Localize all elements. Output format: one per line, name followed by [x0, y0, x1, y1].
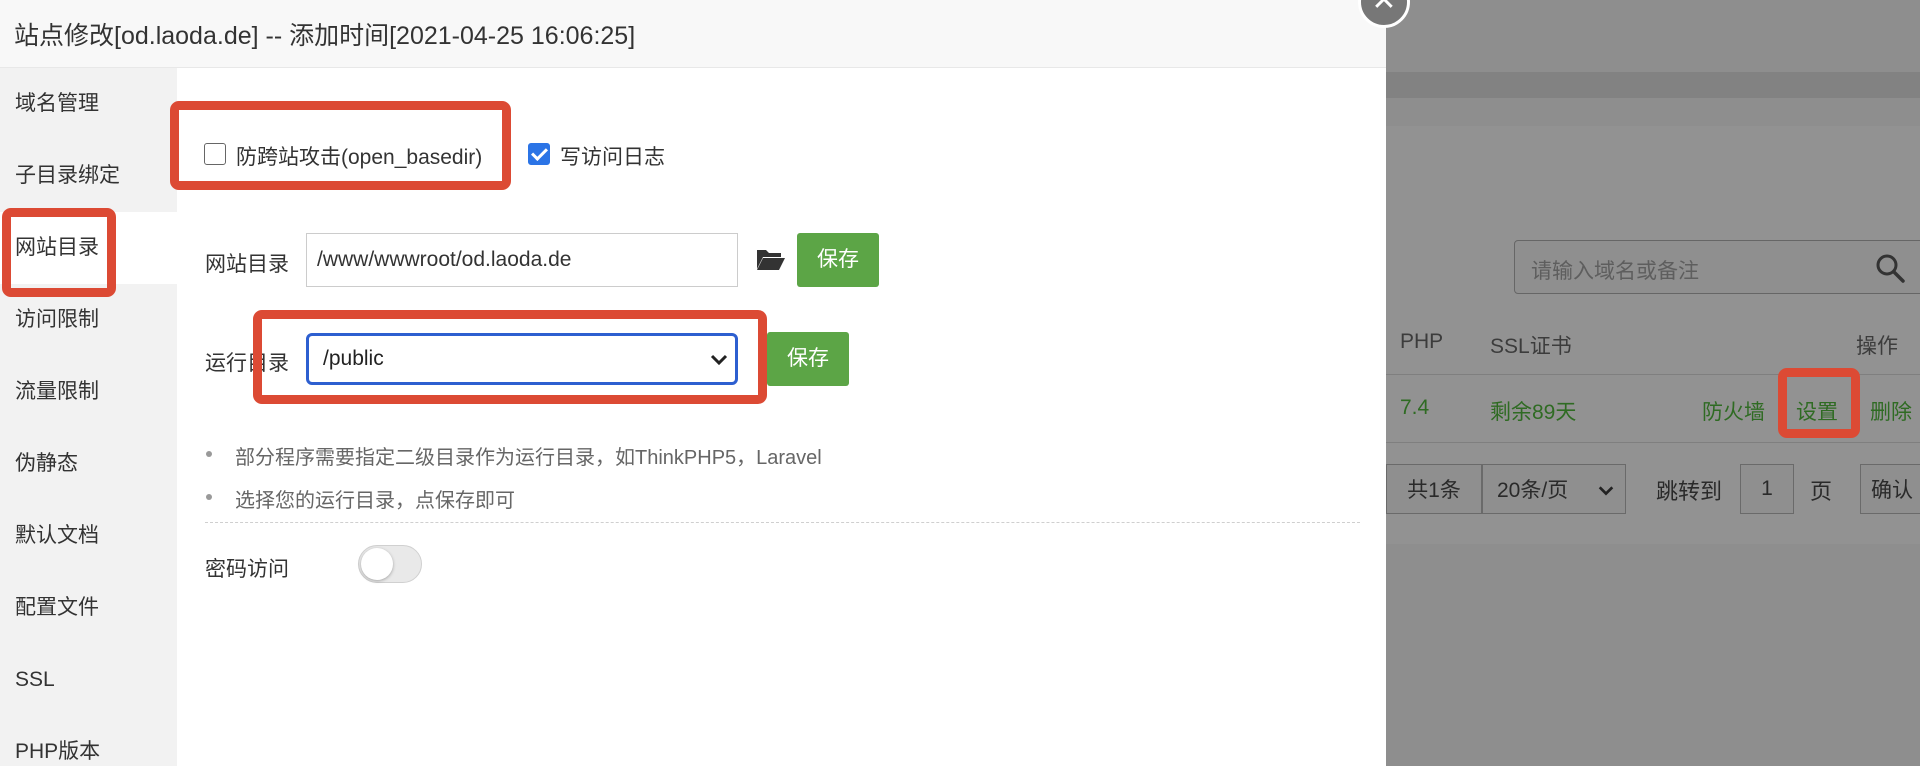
table-divider [1386, 374, 1920, 375]
column-header-ops: 操作 [1856, 335, 1898, 358]
goto-label: 跳转到 [1656, 479, 1723, 504]
row-php-version: 7.4 [1400, 396, 1430, 419]
password-access-label: 密码访问 [205, 558, 289, 581]
chevron-down-icon [1598, 486, 1614, 496]
sidebar-item-access-limit[interactable]: 访问限制 [0, 284, 177, 356]
sidebar-item-label: 伪静态 [15, 452, 78, 475]
tip-text: 部分程序需要指定二级目录作为运行目录，如ThinkPHP5，Laravel [235, 447, 822, 469]
bullet [206, 451, 212, 457]
per-page-value: 20条/页 [1497, 479, 1569, 502]
modal-header: 站点修改[od.laoda.de] -- 添加时间[2021-04-25 16:… [0, 0, 1386, 68]
confirm-button-label: 确认 [1871, 479, 1913, 502]
sidebar-item-default-docs[interactable]: 默认文档 [0, 500, 177, 572]
run-dir-label: 运行目录 [205, 352, 289, 375]
background-band [1386, 72, 1920, 98]
column-header-ssl: SSL证书 [1490, 335, 1572, 358]
background-page: 请输入域名或备注 PHP SSL证书 操作 7.4 剩余89天 防火墙 设置 删… [1386, 0, 1920, 766]
sidebar-item-config-file[interactable]: 配置文件 [0, 572, 177, 644]
sidebar-item-label: PHP版本 [15, 740, 101, 763]
site-dir-label: 网站目录 [205, 253, 289, 276]
search-icon[interactable] [1875, 253, 1905, 283]
column-header-php: PHP [1400, 330, 1444, 353]
pager-total-text: 共1条 [1407, 479, 1461, 502]
row-ssl-remaining: 剩余89天 [1490, 401, 1577, 424]
tip-text: 选择您的运行目录，点保存即可 [235, 490, 515, 512]
sidebar-item-traffic-limit[interactable]: 流量限制 [0, 356, 177, 428]
pager-total: 共1条 [1386, 464, 1482, 514]
sidebar-item-php-version[interactable]: PHP版本 [0, 716, 177, 766]
sidebar-item-label: 访问限制 [15, 308, 99, 331]
access-log-label: 写访问日志 [560, 146, 665, 169]
anti-xss-checkbox[interactable] [204, 143, 226, 165]
save-run-dir-button[interactable]: 保存 [767, 332, 849, 386]
folder-open-icon[interactable] [756, 247, 786, 271]
sidebar-item-ssl[interactable]: SSL [0, 644, 177, 716]
per-page-select[interactable]: 20条/页 [1482, 464, 1626, 514]
sidebar-item-label: 子目录绑定 [15, 164, 120, 187]
firewall-link[interactable]: 防火墙 [1702, 396, 1765, 426]
run-dir-select[interactable]: /public [306, 333, 738, 385]
page-unit-label: 页 [1810, 479, 1833, 504]
settings-link[interactable]: 设置 [1796, 396, 1838, 426]
access-log-checkbox[interactable] [528, 143, 550, 165]
confirm-button[interactable]: 确认 [1860, 464, 1920, 514]
password-access-toggle[interactable] [358, 545, 422, 583]
anti-xss-label: 防跨站攻击(open_basedir) [236, 146, 483, 169]
bullet [206, 494, 212, 500]
sidebar-item-rewrite[interactable]: 伪静态 [0, 428, 177, 500]
sidebar-item-subdir-binding[interactable]: 子目录绑定 [0, 140, 177, 212]
sidebar-item-label: 网站目录 [15, 236, 99, 259]
divider [205, 522, 1360, 523]
modal-sidebar: 域名管理 子目录绑定 网站目录 访问限制 流量限制 伪静态 默认文档 配置文件 … [0, 68, 177, 766]
delete-link[interactable]: 删除 [1870, 396, 1912, 426]
sidebar-item-label: 流量限制 [15, 380, 99, 403]
sidebar-item-label: 配置文件 [15, 596, 99, 619]
page-input-value: 1 [1761, 477, 1773, 500]
site-search-input[interactable]: 请输入域名或备注 [1514, 240, 1920, 294]
run-dir-value: /public [323, 347, 384, 370]
save-site-dir-button[interactable]: 保存 [797, 233, 879, 287]
site-edit-modal: 站点修改[od.laoda.de] -- 添加时间[2021-04-25 16:… [0, 0, 1386, 766]
table-divider [1386, 442, 1920, 443]
sidebar-item-label: 默认文档 [15, 524, 99, 547]
sidebar-item-domains[interactable]: 域名管理 [0, 68, 177, 140]
site-dir-input[interactable]: /www/wwwroot/od.laoda.de [306, 233, 738, 287]
sidebar-item-label: 域名管理 [15, 92, 99, 115]
search-placeholder: 请输入域名或备注 [1531, 260, 1699, 283]
sidebar-item-site-directory[interactable]: 网站目录 [0, 212, 177, 284]
modal-title: 站点修改[od.laoda.de] -- 添加时间[2021-04-25 16:… [14, 22, 636, 50]
chevron-down-icon [710, 354, 728, 366]
toggle-knob [361, 548, 393, 580]
sidebar-item-label: SSL [15, 668, 55, 691]
page-input[interactable]: 1 [1740, 464, 1794, 514]
